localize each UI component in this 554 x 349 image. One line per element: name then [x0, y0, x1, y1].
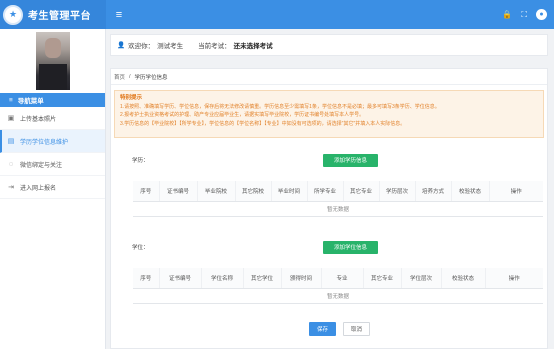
sidebar-item-label: 上传基本照片 — [20, 116, 57, 123]
breadcrumb: 首页 / 学历学位信息 — [111, 69, 547, 85]
education-table: 序号 证书编号 毕业院校 其它院校 毕业时间 所学专业 其它专业 学历层次 培养… — [133, 181, 543, 217]
nav-title: 导航菜单 — [17, 98, 44, 105]
education-label: 学历： — [132, 158, 149, 164]
exam-name: 还未选择考试 — [233, 43, 273, 50]
notice-title: 特别提示 — [120, 95, 143, 101]
top-bar: ★ 考生管理平台 ≡ 🔒 ⛶ ● — [0, 0, 554, 29]
breadcrumb-home[interactable]: 首页 — [114, 73, 125, 81]
notice-line: 2.报考护士执业资格考试的护理、助产专业应届毕业生，请据实填写毕业院校，学历证书… — [120, 112, 365, 119]
image-icon: ▣ — [7, 115, 15, 122]
column-header: 其它专业 — [343, 181, 380, 202]
welcome-prefix: 欢迎你： — [128, 43, 155, 50]
logo: ★ — [3, 4, 23, 25]
fullscreen-icon[interactable]: ⛶ — [521, 10, 527, 20]
table-header-row: 序号 证书编号 毕业院校 其它院校 毕业时间 所学专业 其它专业 学历层次 培养… — [133, 181, 543, 202]
avatar-container — [0, 29, 105, 93]
sidebar-item-label: 微信绑定与关注 — [20, 162, 63, 169]
column-header: 证书编号 — [159, 268, 202, 289]
column-header: 所学专业 — [307, 181, 344, 202]
top-right-tools: 🔒 ⛶ ● — [502, 9, 554, 20]
notice-line: 3.学历信息的【毕业院校】【所学专业】，学位信息的【学位名称】【专业】中如没有可… — [120, 120, 406, 127]
column-header: 学位层次 — [401, 268, 442, 289]
menu-toggle-icon[interactable]: ≡ — [112, 8, 126, 22]
sidebar-item-label: 进入网上报名 — [20, 185, 57, 192]
column-header: 学历层次 — [379, 181, 416, 202]
user-info-bar: 👤 欢迎你： 测试考生 当前考试： 还未选择考试 — [110, 34, 548, 56]
column-header: 学位名称 — [201, 268, 244, 289]
breadcrumb-separator: / — [129, 73, 131, 80]
column-header: 校验状态 — [451, 181, 490, 202]
app-title: 考生管理平台 — [28, 11, 91, 22]
table-header-row: 序号 证书编号 学位名称 其它学位 颁得时间 专业 其它专业 学位层次 校验状态… — [133, 268, 543, 289]
column-header: 序号 — [133, 181, 160, 202]
column-header: 其它院校 — [235, 181, 272, 202]
empty-row: 暂无数据 — [133, 201, 543, 217]
degree-table: 序号 证书编号 学位名称 其它学位 颁得时间 专业 其它专业 学位层次 校验状态… — [133, 268, 543, 304]
sidebar-item-label: 学历学位信息维护 — [20, 139, 69, 146]
column-header: 培养方式 — [415, 181, 452, 202]
notice-line: 1.请按照、准确填写学历、学位信息，保存后将无法修改请慎重。学历信息至少需填写1… — [120, 103, 440, 110]
column-header: 毕业时间 — [271, 181, 308, 202]
document-icon: ▤ — [7, 138, 15, 145]
menu-icon: ≡ — [9, 96, 13, 104]
column-header: 颁得时间 — [281, 268, 322, 289]
empty-text: 暂无数据 — [133, 288, 543, 304]
breadcrumb-current: 学历学位信息 — [134, 74, 168, 81]
notice-box: 特别提示 1.请按照、准确填写学历、学位信息，保存后将无法修改请慎重。学历信息至… — [114, 90, 544, 138]
user-icon: 👤 — [117, 42, 126, 49]
degree-header: 学位： 添加学位信息 — [111, 239, 549, 255]
user-icon[interactable]: ● — [536, 9, 547, 20]
column-header: 其它学位 — [243, 268, 282, 289]
sidebar-item-wechat[interactable]: ◌ 微信绑定与关注 — [0, 153, 105, 176]
column-header: 操作 — [485, 268, 543, 289]
username: 测试考生 — [157, 43, 184, 50]
exam-prefix: 当前考试： — [198, 43, 231, 50]
save-button[interactable]: 保存 — [309, 322, 336, 336]
chat-icon: ◌ — [8, 160, 14, 168]
add-education-button[interactable]: 添加学历信息 — [323, 153, 378, 167]
form-actions: 保存 取消 — [309, 322, 370, 336]
column-header: 专业 — [321, 268, 364, 289]
sidebar: ≡ 导航菜单 ▣ 上传基本照片 ▤ 学历学位信息维护 ◌ 微信绑定与关注 ⇥ 进… — [0, 29, 106, 349]
sidebar-item-upload-photo[interactable]: ▣ 上传基本照片 — [0, 107, 105, 130]
education-header: 学历： 添加学历信息 — [111, 152, 549, 168]
column-header: 校验状态 — [441, 268, 486, 289]
sidebar-item-enroll[interactable]: ⇥ 进入网上报名 — [0, 176, 105, 199]
empty-text: 暂无数据 — [133, 201, 543, 217]
column-header: 序号 — [133, 268, 160, 289]
column-header: 其它专业 — [363, 268, 402, 289]
avatar — [35, 32, 70, 90]
main-panel: 首页 / 学历学位信息 特别提示 1.请按照、准确填写学历、学位信息，保存后将无… — [110, 68, 548, 349]
enter-icon: ⇥ — [8, 184, 14, 191]
brand: ★ 考生管理平台 — [0, 0, 106, 29]
lock-icon[interactable]: 🔒 — [502, 10, 512, 19]
sidebar-item-education[interactable]: ▤ 学历学位信息维护 — [0, 130, 105, 153]
add-degree-button[interactable]: 添加学位信息 — [323, 240, 378, 254]
cancel-button[interactable]: 取消 — [343, 322, 370, 336]
column-header: 证书编号 — [159, 181, 198, 202]
column-header: 操作 — [489, 181, 543, 202]
column-header: 毕业院校 — [197, 181, 236, 202]
nav-header: ≡ 导航菜单 — [0, 93, 105, 107]
empty-row: 暂无数据 — [133, 288, 543, 304]
degree-label: 学位： — [132, 245, 149, 251]
